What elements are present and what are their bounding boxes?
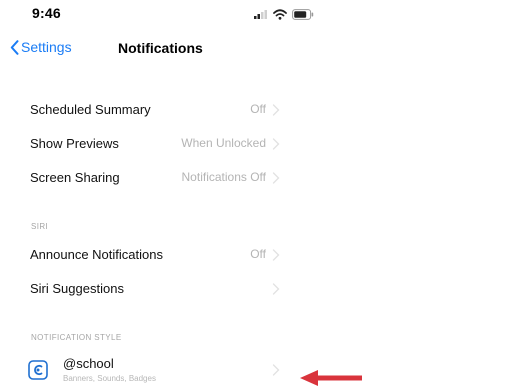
row-label: Siri Suggestions: [30, 281, 124, 296]
chevron-right-icon: [272, 138, 280, 150]
row-label: Show Previews: [30, 136, 119, 151]
row-value: Notifications Off: [181, 170, 266, 184]
cellular-signal-icon: [254, 10, 267, 19]
notification-style-section-header: NOTIFICATION STYLE: [31, 333, 122, 342]
row-value: When Unlocked: [181, 136, 266, 150]
battery-icon: [292, 9, 314, 20]
siri-section-header: SIRI: [31, 222, 49, 231]
app-name: @school: [63, 356, 114, 371]
row-value: Off: [250, 102, 266, 116]
chevron-right-icon: [272, 364, 280, 376]
chevron-left-icon: [10, 39, 19, 55]
page-title: Notifications: [118, 40, 203, 56]
row-value: Off: [250, 247, 266, 261]
app-notification-summary: Banners, Sounds, Badges: [63, 374, 156, 383]
app-row-school[interactable]: @school Banners, Sounds, Badges: [0, 352, 290, 387]
chevron-right-icon: [272, 249, 280, 261]
wifi-icon: [273, 9, 287, 20]
row-label: Screen Sharing: [30, 170, 120, 185]
school-app-icon: [28, 360, 48, 380]
back-button-label: Settings: [21, 39, 72, 55]
row-label: Announce Notifications: [30, 247, 163, 262]
screen-sharing-row[interactable]: Screen Sharing Notifications Off: [0, 163, 290, 193]
annotation-arrow-icon: [300, 370, 362, 386]
announce-notifications-row[interactable]: Announce Notifications Off: [0, 240, 290, 270]
siri-suggestions-row[interactable]: Siri Suggestions: [0, 274, 290, 304]
row-label: Scheduled Summary: [30, 102, 151, 117]
notifications-settings-screen: 9:46 Settings Notifications Scheduled Su…: [0, 0, 510, 387]
chevron-right-icon: [272, 172, 280, 184]
status-time: 9:46: [32, 5, 61, 21]
chevron-right-icon: [272, 283, 280, 295]
show-previews-row[interactable]: Show Previews When Unlocked: [0, 129, 290, 159]
back-button[interactable]: Settings: [10, 39, 72, 55]
scheduled-summary-row[interactable]: Scheduled Summary Off: [0, 95, 290, 125]
chevron-right-icon: [272, 104, 280, 116]
status-icons: [254, 9, 314, 20]
